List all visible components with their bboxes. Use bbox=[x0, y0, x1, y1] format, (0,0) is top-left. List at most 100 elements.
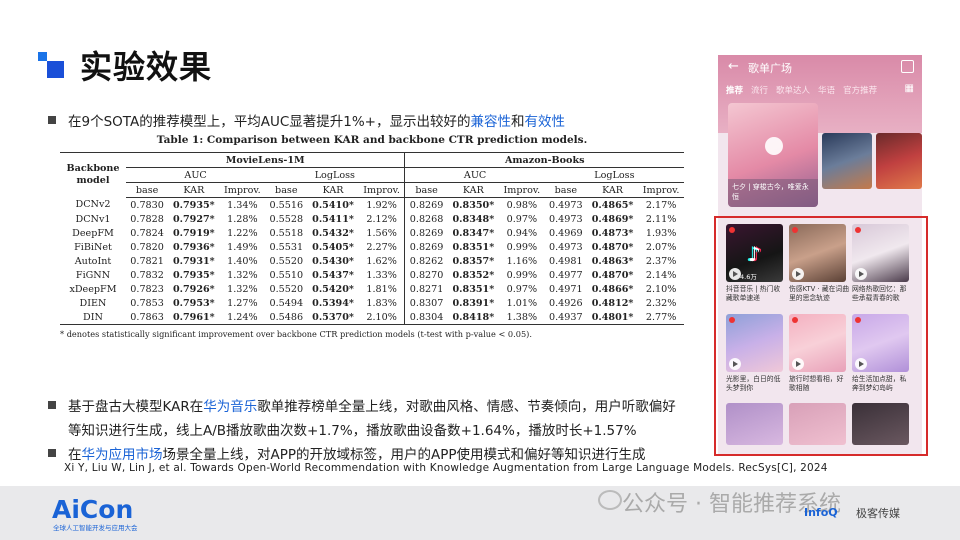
table-cell: 0.5430* bbox=[312, 255, 354, 267]
table-cell: 0.5520 bbox=[269, 255, 304, 267]
table-cell: 0.4937 bbox=[544, 310, 587, 325]
metric-header-auc: AUC bbox=[404, 167, 545, 183]
playlist-card[interactable] bbox=[876, 133, 922, 189]
table-cell: 0.5394* bbox=[312, 297, 354, 309]
bullet-compatibility: 在9个SOTA的推荐模型上，平均AUC显著提升1%+，显示出较好的兼容性和有效性 bbox=[48, 110, 565, 130]
tab-official[interactable]: 官方推荐 bbox=[843, 84, 877, 96]
tile-caption: 给生活加点甜，私奔到梦幻岛屿 bbox=[852, 375, 907, 392]
play-icon[interactable] bbox=[729, 358, 741, 370]
tab-pop[interactable]: 流行 bbox=[751, 84, 768, 96]
bullet-music-line2: 等知识进行生成，线上A/B播放歌曲次数+1.7%，播放歌曲设备数+1.64%，播… bbox=[68, 423, 637, 439]
table-cell: 0.8304 bbox=[404, 310, 448, 325]
table-cell: 0.7931* bbox=[172, 255, 215, 267]
table-cell: 0.8271 bbox=[404, 282, 448, 296]
table-cell: 0.7863 bbox=[126, 310, 169, 325]
table-cell: 0.4865* bbox=[591, 199, 634, 211]
table-cell: 2.11% bbox=[645, 213, 677, 225]
table-cell: 0.8347* bbox=[452, 227, 495, 239]
badge-dot bbox=[792, 317, 798, 323]
table-cell: 0.4873* bbox=[591, 227, 634, 239]
model-name: DCNv2 bbox=[75, 199, 111, 211]
table-cell: 0.4869* bbox=[591, 213, 634, 225]
table-cell: 1.32% bbox=[227, 283, 258, 295]
table-row: DIN 0.7863 0.7961* 1.24% 0.5486 0.5370* 2.10% 0… bbox=[60, 310, 684, 325]
highlight-huawei-music: 华为音乐 bbox=[203, 399, 258, 415]
table-cell: 0.5510 bbox=[269, 269, 304, 281]
table-cell: 1.83% bbox=[366, 297, 397, 309]
table-cell: 0.7935* bbox=[172, 269, 215, 281]
tab-chinese[interactable]: 华语 bbox=[818, 84, 835, 96]
bullet-text: 歌单推荐榜单全量上线，对歌曲风格、情感、节奏倾向，用户听歌偏好 bbox=[257, 399, 676, 415]
playlist-tile[interactable] bbox=[726, 403, 783, 445]
subcol-header: KAR bbox=[447, 182, 500, 198]
bullet-text: 基于盘古大模型KAR在 bbox=[68, 399, 204, 415]
logo-square-small bbox=[38, 52, 47, 61]
badge-dot bbox=[855, 227, 861, 233]
table-cell: 1.56% bbox=[366, 227, 397, 239]
tile-caption: 旅行时想看相，好歌相随 bbox=[789, 375, 844, 392]
play-icon[interactable] bbox=[792, 268, 804, 280]
table-cell: 0.5410* bbox=[312, 199, 354, 211]
table-cell: 0.5432* bbox=[312, 227, 354, 239]
table-cell: 0.7823 bbox=[130, 283, 164, 295]
metric-header-logloss: LogLoss bbox=[544, 167, 684, 183]
arrow-left-icon[interactable]: ← bbox=[728, 59, 739, 74]
table-cell: 0.8351* bbox=[452, 241, 495, 253]
table-cell: 0.7830 bbox=[130, 199, 164, 211]
table-row: DIEN 0.7853 0.7953* 1.27% 0.5494 0.5394* 1.83%… bbox=[60, 296, 684, 310]
table-cell: 0.7926* bbox=[172, 283, 215, 295]
subcol-header: base bbox=[126, 182, 169, 198]
badge-dot bbox=[792, 227, 798, 233]
play-icon[interactable] bbox=[729, 268, 741, 280]
table-cell: 0.5405* bbox=[312, 241, 354, 253]
badge-dot bbox=[729, 317, 735, 323]
model-name: DeepFM bbox=[72, 227, 114, 239]
table-note: * denotes statistically significant impr… bbox=[60, 329, 532, 339]
table-cell: 0.4981 bbox=[549, 255, 583, 267]
table-cell: 2.07% bbox=[645, 241, 677, 253]
playlist-tile[interactable] bbox=[852, 403, 909, 445]
metric-header-logloss: LogLoss bbox=[265, 167, 405, 183]
table-row: FiGNN 0.7832 0.7935* 1.32% 0.5510 0.5437* 1.33… bbox=[60, 268, 684, 282]
table-cell: 2.14% bbox=[645, 269, 677, 281]
table-cell: 0.8357* bbox=[452, 255, 495, 267]
play-icon[interactable] bbox=[855, 358, 867, 370]
playlist-tile[interactable] bbox=[789, 403, 846, 445]
jike-logo: 极客传媒 bbox=[856, 507, 900, 520]
grid-icon[interactable]: ▦ bbox=[905, 83, 914, 94]
model-name: xDeepFM bbox=[69, 283, 117, 295]
table-cell: 1.34% bbox=[227, 199, 258, 211]
table-cell: 0.7935* bbox=[172, 199, 215, 211]
tab-playlist-experts[interactable]: 歌单达人 bbox=[776, 84, 810, 96]
featured-playlist-card[interactable]: 七夕 | 穿梭古今，唯爱永恒 bbox=[728, 103, 818, 207]
table-cell: 0.8269 bbox=[404, 240, 448, 254]
subcol-header: KAR bbox=[307, 182, 359, 198]
table-cell: 0.7936* bbox=[172, 241, 215, 253]
highlight-app-market: 华为应用市场 bbox=[81, 447, 163, 463]
table-cell: 0.97% bbox=[506, 213, 538, 225]
table-cell: 1.16% bbox=[506, 255, 538, 267]
tab-recommend[interactable]: 推荐 bbox=[726, 84, 743, 96]
bullet-text: 在9个SOTA的推荐模型上，平均AUC显著提升1%+，显示出较好的 bbox=[68, 114, 471, 130]
table-cell: 0.5420* bbox=[312, 283, 354, 295]
table-cell: 0.5520 bbox=[269, 283, 304, 295]
table-cell: 0.5411* bbox=[312, 213, 354, 225]
table-cell: 0.5528 bbox=[269, 213, 304, 225]
table-cell: 0.4973 bbox=[549, 213, 583, 225]
play-icon[interactable] bbox=[765, 137, 783, 155]
dataset-header-movielens: MovieLens-1M bbox=[126, 152, 405, 168]
table-cell: 0.7820 bbox=[130, 241, 164, 253]
table-cell: 0.7853 bbox=[130, 297, 164, 309]
table-cell: 0.7824 bbox=[130, 227, 164, 239]
edit-icon[interactable] bbox=[901, 60, 914, 73]
play-icon[interactable] bbox=[855, 268, 867, 280]
table-cell: 1.22% bbox=[227, 227, 258, 239]
comparison-table: Backbone model MovieLens-1M Amazon-Books… bbox=[60, 152, 684, 325]
table-cell: 0.5531 bbox=[269, 241, 304, 253]
table-cell: 1.49% bbox=[227, 241, 258, 253]
tiktok-icon: ♪ bbox=[748, 242, 761, 266]
play-icon[interactable] bbox=[792, 358, 804, 370]
model-name: DCNv1 bbox=[75, 213, 111, 225]
playlist-card[interactable] bbox=[822, 133, 872, 189]
table-cell: 0.8270 bbox=[404, 268, 448, 282]
